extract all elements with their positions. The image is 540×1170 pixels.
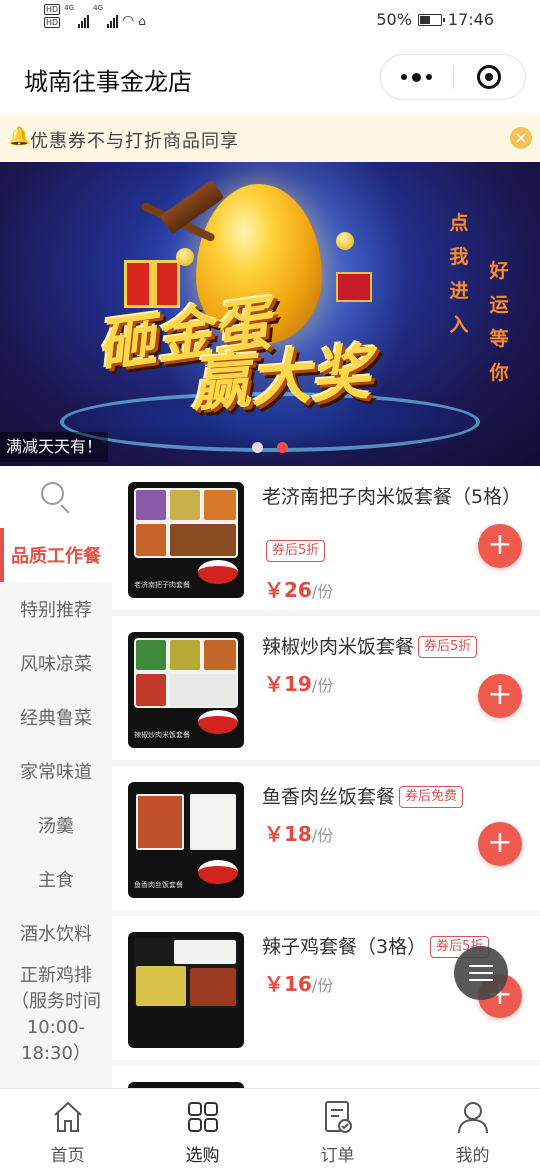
more-options-button[interactable] (381, 55, 453, 99)
notice-text: 优惠券不与打折商品同享 (30, 131, 239, 152)
tab-shop[interactable]: 选购 (135, 1089, 270, 1170)
gift-box-icon (336, 272, 372, 302)
tab-label: 我的 (455, 1146, 490, 1166)
category-item[interactable]: 风味凉菜 (0, 636, 112, 690)
product-image: 辣椒炒肉米饭套餐 (128, 632, 244, 748)
category-item[interactable]: 酒水饮料 (0, 906, 112, 960)
product-image: 老济南把子肉套餐 (128, 482, 244, 598)
product-price: ￥19/份 (264, 672, 334, 696)
category-item-active[interactable]: 品质工作餐 (0, 528, 112, 582)
grid-icon (187, 1102, 218, 1132)
signal-icon (78, 14, 90, 28)
tab-label: 首页 (50, 1146, 85, 1166)
product-image (128, 932, 244, 1048)
banner-side-text: 点我进入 (449, 212, 469, 336)
hd-badge: HD (44, 17, 61, 28)
wifi-icon: ◠ (121, 13, 135, 29)
discount-tag: 券后5折 (418, 636, 478, 658)
add-to-cart-button[interactable]: + (478, 822, 522, 866)
coin-icon (336, 232, 354, 250)
discount-tag: 券后免费 (399, 786, 464, 808)
category-sidebar: 品质工作餐 特别推荐 风味凉菜 经典鲁菜 家常味道 汤羹 主食 酒水饮料 正新鸡… (0, 466, 112, 1088)
product-card[interactable]: 鱼香肉丝饭套餐 鱼香肉丝饭套餐 券后免费 ￥18/份 + (112, 766, 540, 916)
add-to-cart-button[interactable]: + (478, 674, 522, 718)
close-mini-program-button[interactable] (454, 55, 526, 99)
discount-tag: 券后5折 (266, 540, 326, 562)
banner-caption: 满减天天有！ (0, 432, 109, 462)
clock: 17:46 (447, 10, 494, 29)
network-indicators: HD HD 4G 4G ◠ ⌂ (44, 4, 146, 28)
battery-percent: 50% (376, 10, 412, 29)
page: HD HD 4G 4G ◠ ⌂ 50% 17:46 城南往事金龙店 🔔 优惠券不… (0, 0, 540, 1170)
product-name: 辣椒炒肉米饭套餐 券后5折 (262, 632, 522, 662)
coin-icon (176, 248, 194, 266)
product-price: ￥26/份 (264, 578, 334, 602)
signal-type: 4G (64, 4, 75, 12)
tab-label: 选购 (185, 1146, 220, 1166)
order-icon (324, 1101, 352, 1133)
status-right: 50% 17:46 (376, 10, 494, 29)
search-button[interactable] (0, 466, 112, 528)
add-to-cart-button[interactable]: + (478, 524, 522, 568)
banner-headline: 赢大奖 (188, 337, 373, 421)
category-item[interactable]: 家常味道 (0, 744, 112, 798)
carousel-dot[interactable] (252, 442, 263, 453)
banner-side-text: 好运等你 (489, 260, 509, 384)
signal-type: 4G (93, 4, 103, 12)
floating-menu-button[interactable] (454, 946, 508, 1000)
profile-icon (457, 1102, 488, 1134)
tab-bar: 首页 选购 订单 我的 (0, 1088, 540, 1170)
signal-icon (106, 14, 118, 28)
status-bar: HD HD 4G 4G ◠ ⌂ 50% 17:46 (0, 0, 540, 40)
mini-program-capsule (380, 54, 526, 100)
category-item[interactable]: 主食 (0, 852, 112, 906)
category-item[interactable]: 汤羹 (0, 798, 112, 852)
category-item[interactable]: 经典鲁菜 (0, 690, 112, 744)
product-price: ￥18/份 (264, 822, 334, 846)
target-icon (477, 65, 502, 89)
product-image: 鱼香肉丝饭套餐 (128, 782, 244, 898)
battery-icon (417, 13, 445, 26)
tab-profile[interactable]: 我的 (405, 1089, 540, 1170)
product-card[interactable]: 老济南把子肉套餐 老济南把子肉米饭套餐（5格） 券后5折 ￥26/份 + (112, 466, 540, 616)
tab-orders[interactable]: 订单 (270, 1089, 405, 1170)
category-item[interactable]: 特别推荐 (0, 582, 112, 636)
bell-icon: 🔔 (8, 126, 31, 147)
search-icon (41, 482, 71, 514)
product-name: 老济南把子肉米饭套餐（5格） (262, 486, 522, 508)
tab-home[interactable]: 首页 (0, 1089, 135, 1170)
close-notice-button[interactable]: × (510, 127, 532, 149)
product-card[interactable]: 辣椒炒肉米饭套餐 辣椒炒肉米饭套餐 券后5折 ￥19/份 + (112, 616, 540, 766)
product-card[interactable] (112, 1066, 540, 1088)
notification-icon: ⌂ (138, 14, 146, 28)
notice-bar: 🔔 优惠券不与打折商品同享 × (0, 114, 540, 162)
tab-label: 订单 (320, 1146, 355, 1166)
page-title: 城南往事金龙店 (24, 68, 192, 96)
navigation-bar: 城南往事金龙店 (0, 40, 540, 114)
product-price: ￥16/份 (264, 972, 334, 996)
home-icon (53, 1101, 82, 1132)
carousel-dots[interactable] (252, 442, 288, 453)
category-item[interactable]: 正新鸡排（服务时间10:00-18:30） (0, 960, 112, 1070)
carousel-dot-active[interactable] (277, 442, 288, 453)
product-name: 鱼香肉丝饭套餐 券后免费 (262, 782, 522, 812)
promo-banner[interactable]: 砸金蛋 赢大奖 点我进入 好运等你 满减天天有！ (0, 162, 540, 466)
hd-badge: HD (44, 4, 61, 15)
